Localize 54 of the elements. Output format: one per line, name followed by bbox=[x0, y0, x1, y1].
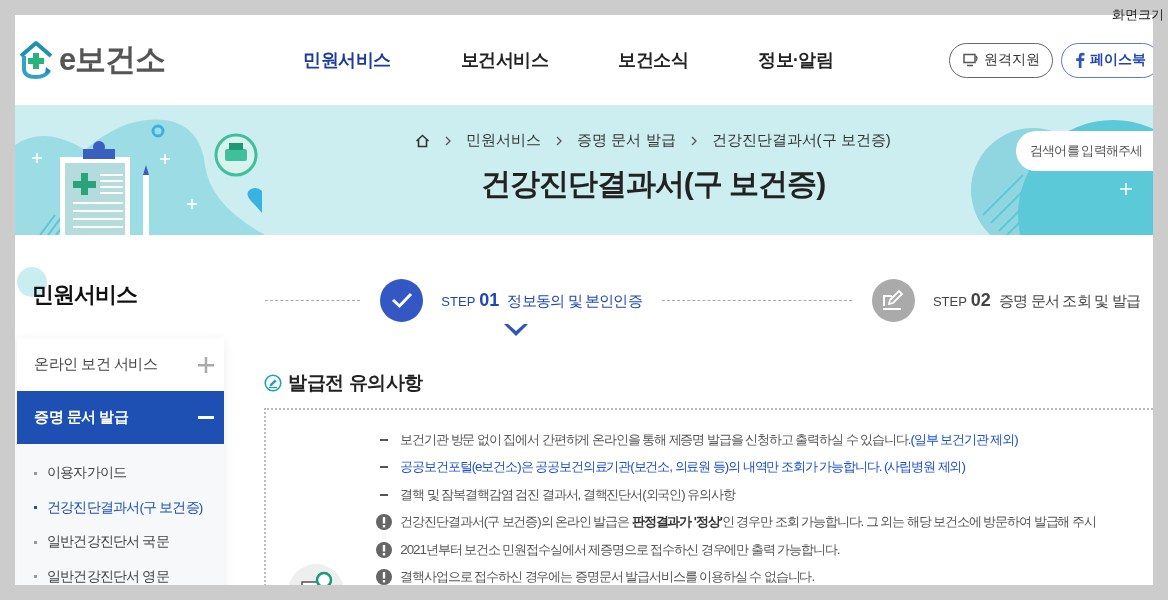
logo-icon bbox=[17, 40, 55, 80]
logo-text[interactable]: e보건소 bbox=[59, 39, 166, 81]
screen-size-label[interactable]: 화면크기 bbox=[1112, 6, 1164, 24]
nav-item[interactable]: 보건소식 bbox=[618, 48, 688, 72]
notice-text: 보건기관 방문 없이 집에서 간편하게 온라인을 통해 제증명 발급을 신청하고 출력하실 수 있습니다. bbox=[400, 431, 911, 447]
section-title: 발급전 유의사항 bbox=[288, 371, 423, 395]
breadcrumb-link[interactable]: 증명 문서 발급 bbox=[577, 131, 676, 150]
pencil-icon bbox=[264, 374, 283, 392]
square-bullet-icon bbox=[34, 506, 37, 510]
minus-icon bbox=[198, 416, 215, 419]
step-label: STEP bbox=[441, 293, 476, 309]
submenu-item[interactable]: 일반건강진단서 영문 bbox=[47, 567, 169, 585]
breadcrumb-link[interactable]: 건강진단결과서(구 보건증) bbox=[711, 131, 891, 150]
chevron-right-icon bbox=[555, 134, 564, 147]
chevron-right-icon bbox=[444, 134, 453, 147]
breadcrumb-link[interactable]: 민원서비스 bbox=[466, 131, 542, 150]
home-icon bbox=[415, 133, 431, 148]
submenu-item[interactable]: 이용자가이드 bbox=[47, 464, 127, 483]
notice-text: 2021년부터 보건소 민원접수실에서 제증명으로 접수하신 경우에만 출력 가능합니다. bbox=[400, 540, 840, 559]
step-title: 증명 문서 조회 및 발급 bbox=[998, 291, 1141, 311]
square-bullet-icon bbox=[34, 540, 37, 544]
chevron-right-icon bbox=[689, 134, 698, 147]
square-bullet-icon bbox=[34, 575, 37, 579]
facebook-icon bbox=[1075, 52, 1085, 68]
monitor-icon bbox=[962, 53, 979, 67]
search-field[interactable]: 검색어를 입력해주세 bbox=[1016, 131, 1153, 171]
dash-icon bbox=[380, 466, 389, 469]
alert-icon bbox=[376, 514, 393, 531]
remote-support-button[interactable]: 원격지원 bbox=[949, 42, 1053, 78]
nav-item[interactable]: 민원서비스 bbox=[303, 48, 391, 72]
step-number: 01 bbox=[479, 289, 500, 311]
nav-item[interactable]: 정보·알림 bbox=[758, 48, 834, 72]
submenu-item[interactable]: 일반건강진단서 국문 bbox=[47, 533, 169, 552]
plus-icon bbox=[198, 356, 215, 373]
sidebar-title: 민원서비스 bbox=[32, 281, 138, 309]
chevron-down-icon bbox=[504, 324, 529, 338]
step-label: STEP bbox=[932, 293, 967, 309]
nav-item[interactable]: 보건서비스 bbox=[460, 48, 548, 72]
dash-icon bbox=[380, 438, 389, 441]
page-title: 건강진단결과서(구 보건증) bbox=[480, 166, 826, 202]
dash-icon bbox=[380, 493, 389, 496]
alert-icon bbox=[376, 541, 393, 558]
step-number: 02 bbox=[970, 289, 991, 311]
notice-text: 건강진단결과서(구 보건증)의 온라인 발급은 판정결과가 '정상'인 경우만 조회 가능합니다. 그 외는 해당 보건소에 방문하여 발급해 주시 bbox=[400, 513, 1096, 532]
sidebar-item[interactable]: 증명 문서 발급 bbox=[17, 391, 225, 444]
step-title: 정보동의 및 본인인증 bbox=[507, 291, 642, 311]
notice-text: 공공보건포털(e보건소)은 공공보건의료기관(보건소, 의료원 등)의 내역만 조회가 가능합니다. (사립병원 제외) bbox=[400, 458, 965, 477]
square-bullet-icon bbox=[34, 471, 37, 475]
highlighted-note: (일부 보건기관 제외) bbox=[910, 431, 1018, 447]
sidebar-item[interactable]: 온라인 보건 서비스 bbox=[17, 338, 225, 391]
facebook-button[interactable]: 페이스북 bbox=[1061, 42, 1153, 78]
notice-text: 결핵 및 잠복결핵감염 검진 결과서, 결핵진단서(외국인) 유의사항 bbox=[400, 485, 735, 504]
notice-text: 결핵사업으로 접수하신 경우에는 증명문서 발급서비스를 이용하실 수 없습니다. bbox=[400, 568, 814, 585]
submenu-item[interactable]: 건강진단결과서(구 보건증) bbox=[47, 498, 203, 517]
